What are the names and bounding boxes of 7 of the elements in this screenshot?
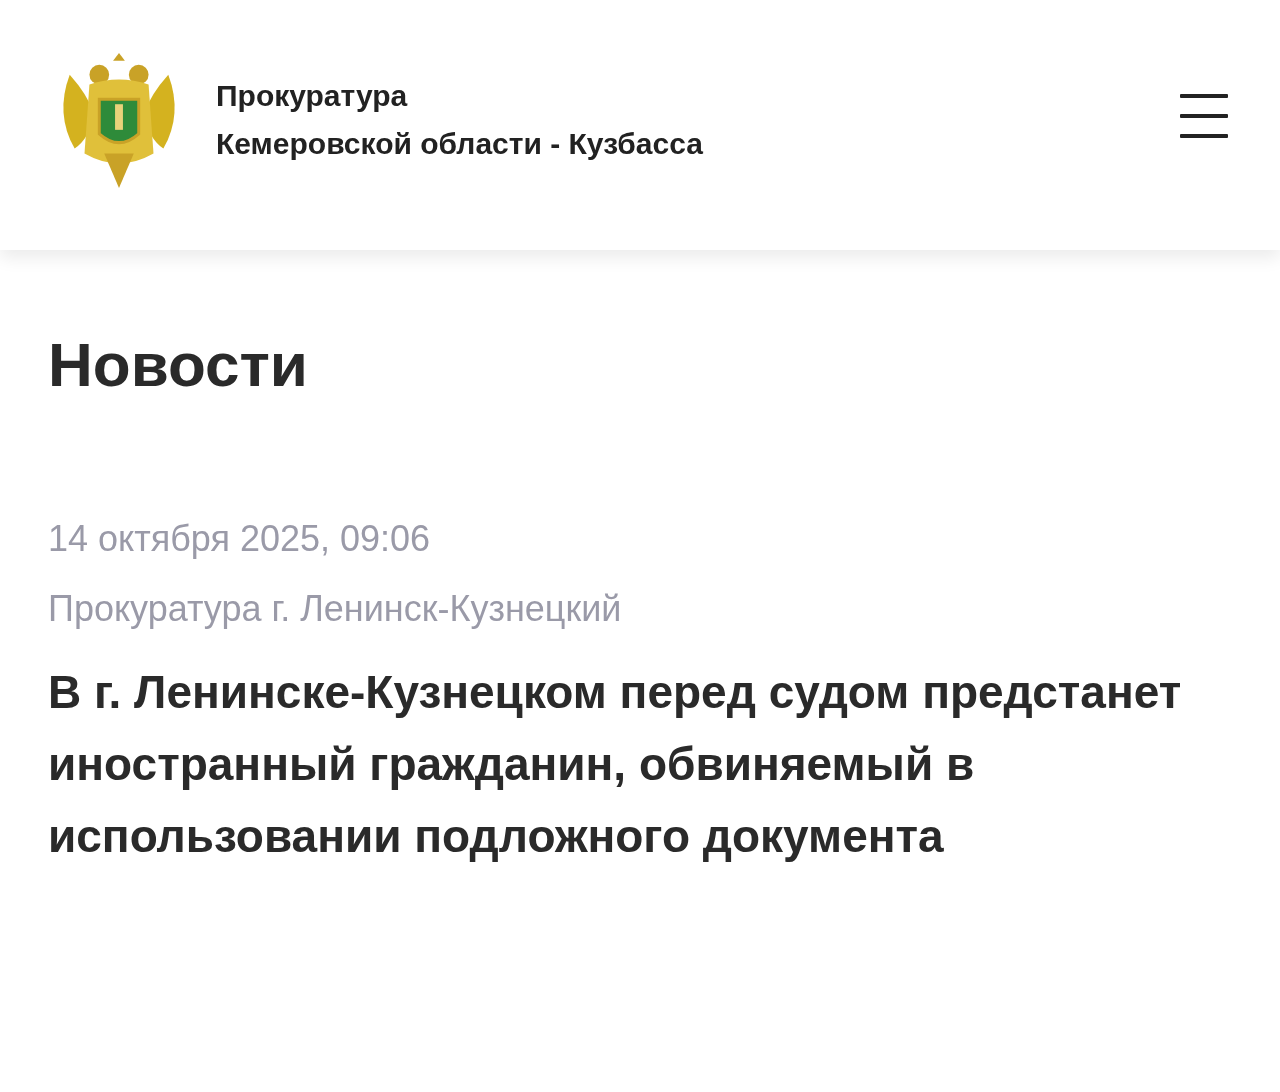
menu-icon[interactable] [1180,94,1228,138]
news-source: Прокуратура г. Ленинск-Кузнецкий [48,587,623,631]
site-title: Кемеровской области - Кузбасса [216,126,704,162]
news-date: 14 октября 2025, 09:06 [48,517,432,561]
page-heading: Новости [48,329,309,401]
news-headline[interactable]: В г. Ленинске-Кузнецком перед судом предстанет иностранный гражданин, обвиняемый в использовании подложного документа [48,656,1228,872]
site-title: Прокуратура [216,78,409,114]
